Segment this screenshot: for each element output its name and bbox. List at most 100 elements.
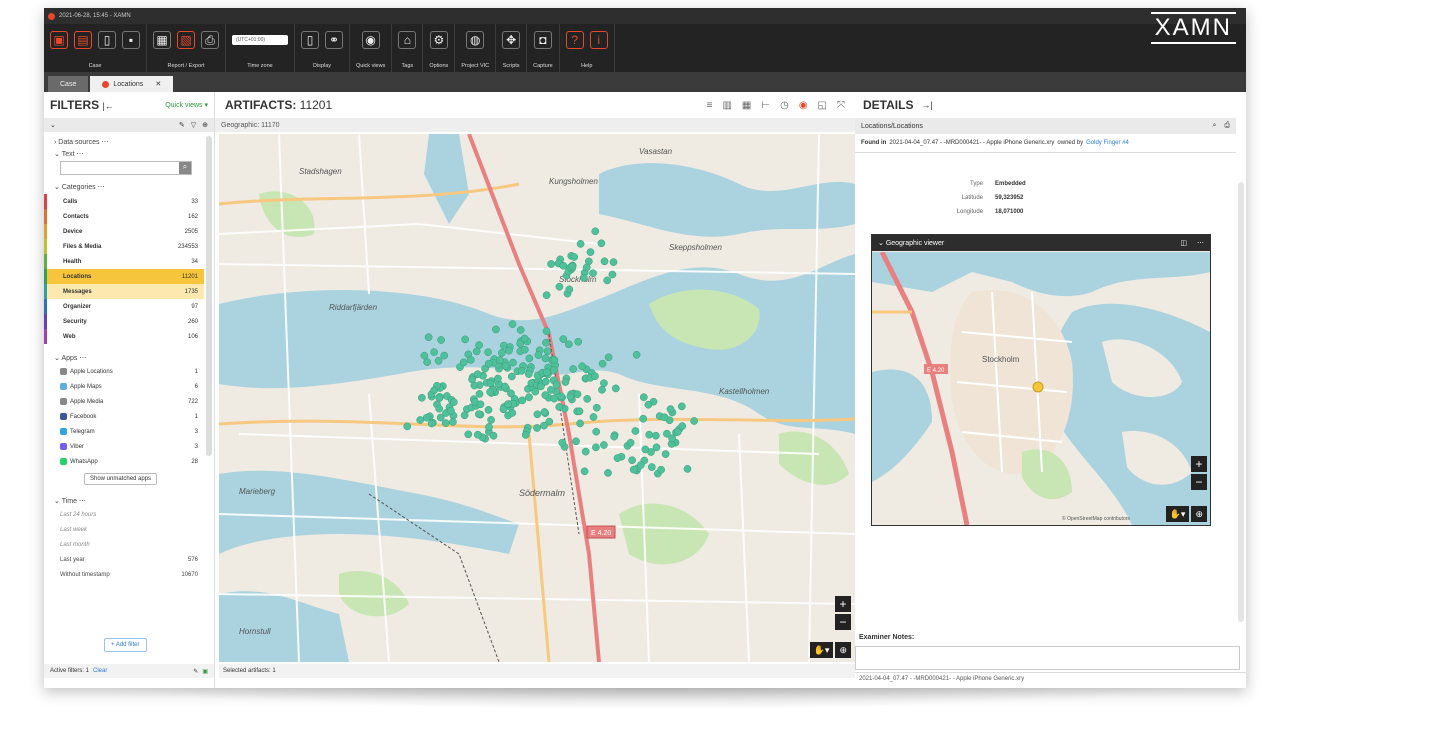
gear-icon[interactable]: ⚙ — [429, 31, 448, 49]
time-row[interactable]: Without timestamp 10670 — [44, 567, 204, 582]
location-point[interactable] — [427, 419, 436, 428]
location-point[interactable] — [611, 384, 620, 393]
quick-views-dropdown[interactable]: Quick views ▾ — [165, 101, 208, 109]
location-point[interactable] — [558, 438, 567, 447]
location-point[interactable] — [598, 385, 606, 394]
location-point[interactable] — [517, 366, 526, 375]
timeline-view-icon[interactable]: ◷ — [780, 100, 789, 111]
location-point[interactable] — [631, 427, 640, 435]
location-point[interactable] — [430, 348, 438, 356]
location-point[interactable] — [533, 424, 541, 432]
category-row[interactable]: Files & Media 234553 — [44, 239, 204, 254]
mini-pan-hand-icon[interactable]: ✋▾ — [1165, 506, 1190, 522]
selected-location-marker[interactable] — [1032, 381, 1044, 393]
location-point[interactable] — [592, 443, 600, 452]
location-point[interactable] — [570, 253, 579, 261]
category-row[interactable]: Calls 33 — [44, 194, 204, 209]
category-row[interactable]: Security 260 — [44, 314, 204, 329]
location-point[interactable] — [449, 418, 457, 426]
owner-link[interactable]: Goldy Finger #4 — [1086, 140, 1129, 146]
location-point[interactable] — [583, 395, 592, 403]
link-icon[interactable]: ⚭ — [325, 31, 343, 49]
location-point[interactable] — [568, 262, 577, 271]
show-unmatched-apps-button[interactable]: Show unmatched apps — [84, 473, 158, 485]
open-case-icon[interactable]: ▣ — [50, 31, 68, 49]
location-point[interactable] — [474, 410, 483, 419]
location-point[interactable] — [545, 417, 554, 426]
location-point[interactable] — [492, 325, 500, 334]
location-point[interactable] — [592, 403, 601, 412]
time-row[interactable]: Last year 576 — [44, 552, 204, 567]
location-point[interactable] — [652, 443, 661, 452]
location-point[interactable] — [660, 413, 669, 422]
location-point[interactable] — [541, 354, 550, 363]
location-point[interactable] — [566, 392, 575, 401]
new-file-icon[interactable]: ▯ — [98, 31, 116, 49]
clear-link[interactable]: Clear — [93, 668, 107, 674]
location-point[interactable] — [677, 402, 686, 411]
time-section[interactable]: ⌄ Time ⋯ — [44, 493, 204, 505]
location-point[interactable] — [520, 334, 529, 343]
save-icon[interactable]: ▪ — [122, 31, 140, 49]
location-point[interactable] — [475, 390, 484, 398]
location-point[interactable] — [524, 370, 533, 378]
location-point[interactable] — [589, 269, 597, 278]
location-point[interactable] — [690, 417, 698, 425]
grid-view-icon[interactable]: ▦ — [742, 100, 751, 111]
close-icon[interactable]: ✕ — [155, 80, 161, 88]
location-point[interactable] — [555, 282, 564, 291]
location-point[interactable] — [547, 386, 555, 394]
location-point[interactable] — [501, 362, 510, 370]
pin-icon[interactable]: ✎ — [179, 121, 185, 129]
category-row[interactable]: Health 34 — [44, 254, 204, 269]
tab-locations[interactable]: Locations ✕ — [90, 76, 174, 92]
location-point[interactable] — [581, 447, 590, 456]
time-row[interactable]: Last month — [44, 537, 204, 552]
location-point[interactable] — [666, 405, 675, 413]
location-point[interactable] — [497, 349, 506, 357]
location-point[interactable] — [564, 340, 573, 349]
location-point[interactable] — [484, 348, 492, 357]
location-point[interactable] — [494, 374, 502, 383]
location-point[interactable] — [543, 347, 552, 356]
location-point[interactable] — [476, 400, 485, 409]
location-point[interactable] — [521, 431, 530, 439]
location-point[interactable] — [647, 463, 656, 471]
location-point[interactable] — [600, 257, 609, 266]
location-point[interactable] — [468, 375, 476, 384]
chat-view-icon[interactable]: ◱ — [818, 100, 827, 111]
location-point[interactable] — [636, 461, 645, 469]
location-point[interactable] — [460, 411, 469, 420]
location-point[interactable] — [441, 419, 450, 427]
location-point[interactable] — [591, 227, 600, 236]
data-sources-section[interactable]: › Data sources ⋯ — [44, 134, 204, 146]
location-point[interactable] — [668, 434, 676, 443]
folder-icon[interactable]: ▤ — [74, 31, 92, 49]
location-point[interactable] — [505, 346, 513, 355]
location-point[interactable] — [507, 372, 516, 381]
location-point[interactable] — [435, 404, 444, 413]
location-point[interactable] — [542, 291, 551, 300]
location-point[interactable] — [420, 351, 429, 360]
mini-zoom-out-button[interactable]: − — [1191, 474, 1207, 490]
category-row[interactable]: Device 2505 — [44, 224, 204, 239]
tag-search-icon[interactable]: ⌕ — [1212, 122, 1216, 130]
location-point[interactable] — [547, 260, 555, 268]
location-point[interactable] — [541, 391, 550, 399]
location-point[interactable] — [580, 273, 588, 282]
location-point[interactable] — [555, 403, 564, 411]
location-point[interactable] — [440, 351, 449, 360]
location-point[interactable] — [447, 406, 455, 415]
location-point[interactable] — [549, 366, 558, 374]
list-view-icon[interactable]: ≡ — [707, 100, 713, 111]
location-point[interactable] — [473, 430, 482, 439]
location-point[interactable] — [592, 427, 601, 436]
location-point[interactable] — [639, 414, 648, 423]
location-point[interactable] — [661, 450, 670, 458]
location-point[interactable] — [632, 350, 641, 359]
location-point[interactable] — [657, 465, 665, 474]
location-point[interactable] — [423, 358, 432, 366]
connections-view-icon[interactable]: ⤧ — [837, 100, 845, 111]
location-point[interactable] — [520, 345, 529, 354]
location-point[interactable] — [604, 353, 613, 362]
